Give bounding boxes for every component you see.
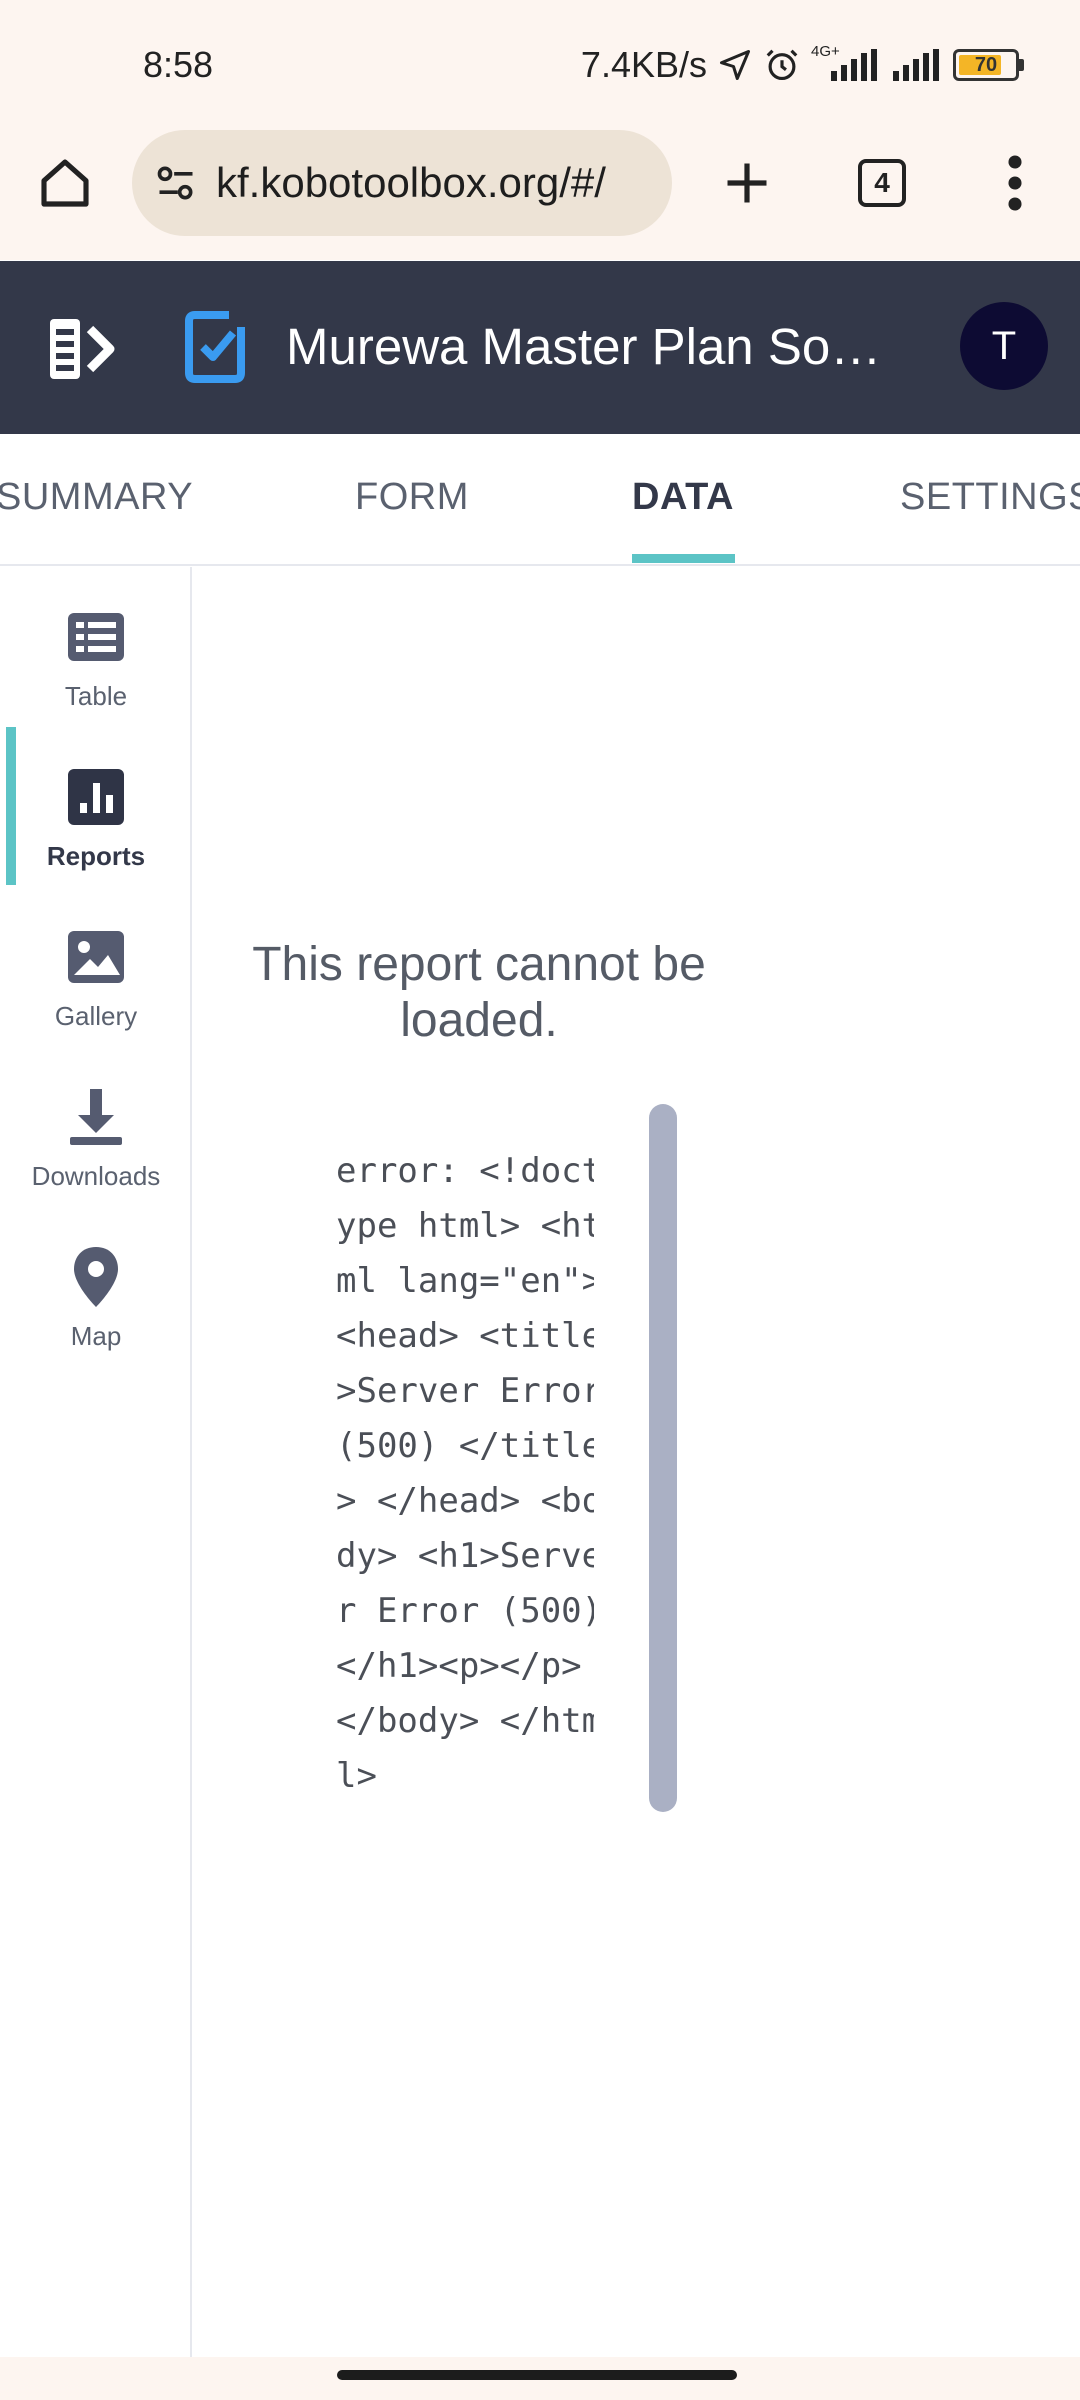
sidebar-item-downloads[interactable]: Downloads [0, 1047, 192, 1197]
project-title: Murewa Master Plan Soci... [286, 318, 886, 375]
tab-summary[interactable]: SUMMARY [0, 476, 193, 519]
home-icon [41, 159, 89, 207]
image-icon [68, 931, 124, 983]
download-icon [70, 1089, 122, 1145]
location-arrow-icon [720, 50, 750, 80]
network-type: 4G+ [811, 43, 881, 83]
sidebar-item-gallery[interactable]: Gallery [0, 887, 192, 1037]
tab-form[interactable]: FORM [355, 476, 469, 519]
report-panel: This report cannot be loaded. error: <!d… [194, 567, 1080, 2357]
error-details-text: error: <!doctype html> <html lang="en"> … [336, 1151, 594, 1796]
active-tab-indicator [632, 554, 735, 563]
signal-icon-2 [893, 49, 939, 81]
url-text[interactable]: kf.kobotoolbox.org/#/ [216, 159, 606, 207]
status-icons: 7.4KB/s 4G+ 70 [580, 43, 1024, 86]
expand-sidebar-icon [50, 319, 115, 379]
network-speed: 7.4KB/s [580, 44, 707, 85]
data-side-nav: Table Reports Gallery Downloads Map [0, 567, 192, 2357]
new-tab-button[interactable] [712, 148, 782, 218]
table-icon [68, 613, 124, 661]
battery-level: 70 [974, 53, 998, 76]
sidebar-item-table[interactable]: Table [0, 567, 192, 717]
form-deployed-icon [185, 307, 245, 387]
bar-chart-icon [68, 769, 124, 825]
status-bar: 8:58 7.4KB/s 4G+ 70 [0, 0, 1080, 130]
sidebar-toggle-button[interactable] [44, 309, 124, 389]
tab-count: 4 [858, 159, 906, 207]
sidebar-item-label: Reports [46, 841, 146, 871]
tab-switcher-button[interactable]: 4 [851, 152, 913, 214]
plus-icon [727, 163, 767, 203]
map-pin-icon [74, 1247, 118, 1307]
alarm-icon [766, 49, 798, 81]
more-vertical-icon [1008, 155, 1022, 211]
sidebar-item-label: Map [70, 1321, 122, 1351]
tab-settings[interactable]: SETTINGS [900, 476, 1080, 519]
app-header: Murewa Master Plan Soci... T [0, 261, 1080, 434]
project-tabs: SUMMARY FORM DATA SETTINGS [0, 434, 1080, 566]
report-error-title: This report cannot be loaded. [252, 938, 706, 1047]
signal-icon [831, 49, 877, 81]
account-avatar-button[interactable]: T [960, 302, 1048, 390]
battery-indicator: 70 [953, 49, 1024, 81]
browser-menu-button[interactable] [990, 148, 1040, 218]
tab-data[interactable]: DATA [632, 476, 734, 519]
home-button[interactable] [30, 148, 100, 218]
error-details-scrollbar[interactable] [649, 1104, 677, 1812]
url-bar[interactable]: kf.kobotoolbox.org/#/ [132, 130, 672, 236]
sidebar-item-reports[interactable]: Reports [0, 727, 192, 877]
status-time: 8:58 [143, 44, 214, 85]
sidebar-item-label: Gallery [54, 1001, 138, 1031]
sidebar-item-label: Downloads [31, 1161, 161, 1191]
sidebar-item-map[interactable]: Map [0, 1207, 192, 1357]
site-settings-icon[interactable] [154, 161, 198, 205]
browser-toolbar: kf.kobotoolbox.org/#/ 4 [0, 130, 1080, 260]
sidebar-item-label: Table [64, 681, 128, 711]
error-details-box[interactable]: error: <!doctype html> <html lang="en"> … [294, 1102, 594, 1922]
home-indicator[interactable] [337, 2370, 737, 2380]
